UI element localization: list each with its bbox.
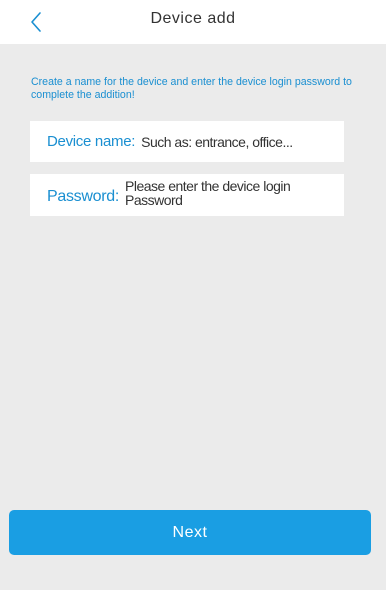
page-title: Device add <box>150 10 236 27</box>
device-name-input[interactable] <box>141 133 317 150</box>
password-input[interactable] <box>125 179 325 211</box>
device-name-field[interactable]: Device name: <box>30 121 344 162</box>
instructions-text: Create a name for the device and enter t… <box>31 76 352 101</box>
password-field[interactable]: Password: <box>30 174 344 216</box>
device-name-label: Device name: <box>47 133 136 150</box>
password-label: Password: <box>47 188 119 205</box>
header-bar: Device add <box>0 0 386 44</box>
next-button[interactable]: Next <box>9 510 371 555</box>
